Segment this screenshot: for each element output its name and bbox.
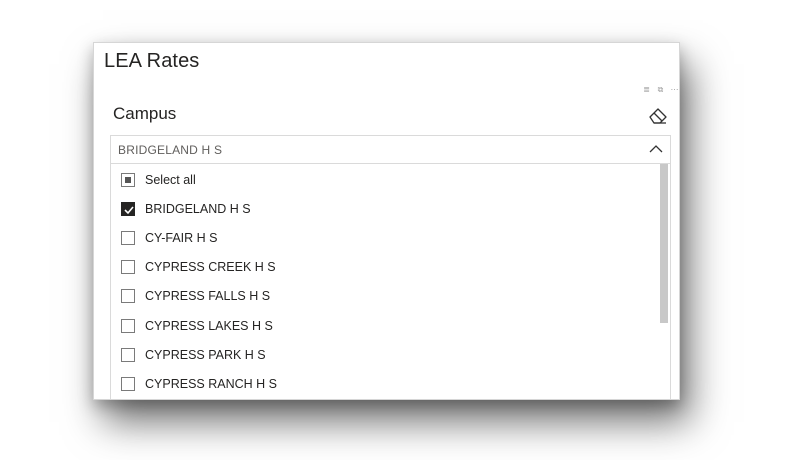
eraser-icon[interactable] [647,104,669,126]
checkbox-partial[interactable] [121,172,135,187]
list-item[interactable]: CYPRESS PARK H S [111,340,651,369]
list-item[interactable]: CYPRESS CREEK H S [111,252,651,281]
list-item-label: CYPRESS CREEK H S [145,259,276,274]
checkbox[interactable] [121,230,135,245]
list-item[interactable]: CY-FAIR H S [111,223,651,252]
filter-icon[interactable]: ≣ [642,86,651,95]
checkbox[interactable] [121,347,135,362]
list-item-label: BRIDGELAND H S [145,201,251,216]
slicer-visual-card: LEA Rates ≣ ⧉ ⋯ Campus BRIDGELAND H S Se… [93,42,680,400]
checkbox[interactable] [121,318,135,333]
list-item[interactable]: CYPRESS RANCH H S [111,369,651,398]
focus-mode-icon[interactable]: ⧉ [656,86,665,95]
list-item[interactable]: CYPRESS LAKES H S [111,311,651,340]
list-item[interactable]: BRIDGELAND H S [111,194,651,223]
list-item-label: CYPRESS FALLS H S [145,288,271,303]
select-all-item[interactable]: Select all [111,165,651,194]
campus-dropdown[interactable]: BRIDGELAND H S [110,135,671,164]
scrollbar-thumb[interactable] [660,164,668,323]
checkbox[interactable] [121,259,135,274]
list-item-label: CY-FAIR H S [145,230,218,245]
list-item-label: Select all [145,172,196,187]
list-item-label: CYPRESS PARK H S [145,347,266,362]
page-title: LEA Rates [104,50,200,72]
more-options-icon[interactable]: ⋯ [670,86,679,95]
checkbox[interactable] [121,288,135,303]
list-item-label: CYPRESS RANCH H S [145,376,277,391]
list-item[interactable]: CYPRESS FALLS H S [111,281,651,310]
checkbox[interactable] [121,376,135,391]
slicer-header: Campus [113,104,177,123]
list-item-label: CYPRESS LAKES H S [145,318,273,333]
dropdown-list: Select all BRIDGELAND H S CY-FAIR H S CY… [110,164,671,399]
visual-header-toolbar: ≣ ⧉ ⋯ [642,85,679,95]
chevron-up-icon[interactable] [648,141,664,157]
checkmark-icon [124,205,134,214]
dropdown-selected-value: BRIDGELAND H S [118,142,223,157]
checkbox-checked[interactable] [121,201,135,216]
